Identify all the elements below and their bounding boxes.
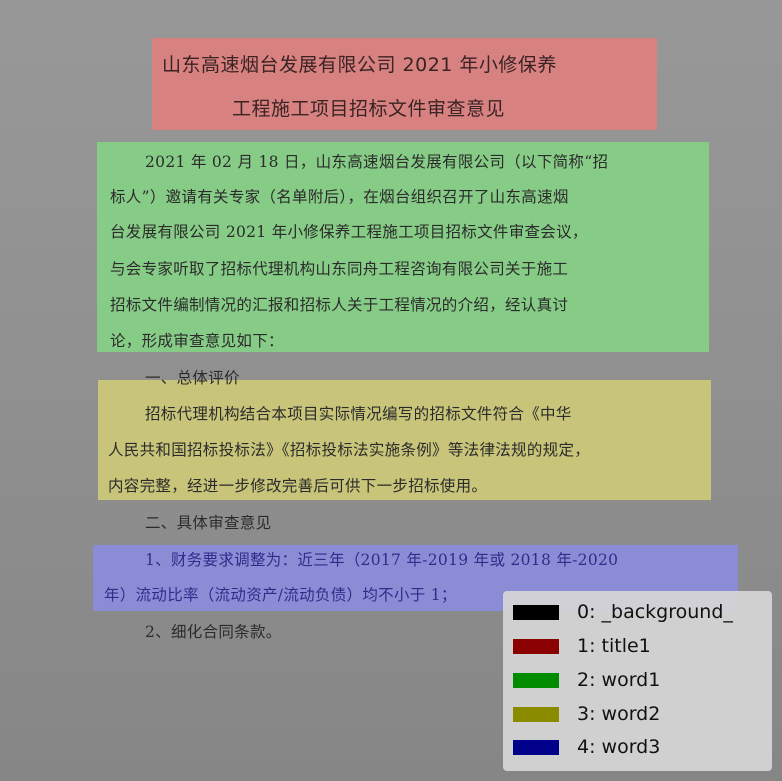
heading-overall-evaluation: 一、总体评价	[145, 369, 240, 387]
legend-label: 1: title1	[577, 635, 651, 657]
segmentation-legend: 0: _background_ 1: title1 2: word1 3: wo…	[503, 591, 772, 771]
legend-swatch	[513, 706, 559, 722]
para3-line-2: 年）流动比率（流动资产/流动负债）均不小于 1；	[104, 586, 457, 604]
para1-line-2: 标人”）邀请有关专家（名单附后），在烟台组织召开了山东高速烟	[110, 188, 569, 206]
legend-item-word1: 2: word1	[513, 668, 660, 692]
legend-swatch	[513, 739, 559, 755]
para1-line-6: 论，形成审查意见如下：	[110, 332, 284, 350]
para1-line-5: 招标文件编制情况的汇报和招标人关于工程情况的介绍，经认真讨	[110, 296, 569, 314]
para2-line-3: 内容完整，经进一步修改完善后可供下一步招标使用。	[108, 477, 488, 495]
legend-item-word2: 3: word2	[513, 702, 660, 726]
legend-item-title1: 1: title1	[513, 634, 651, 658]
document-page: 山东高速烟台发展有限公司 2021 年小修保养 工程施工项目招标文件审查意见 2…	[0, 0, 782, 781]
legend-swatch	[513, 604, 559, 620]
para3-line-1: 1、财务要求调整为：近三年（2017 年-2019 年或 2018 年-2020	[145, 551, 619, 569]
word1-region	[97, 142, 709, 352]
para2-line-2: 人民共和国招标投标法》《招标投标法实施条例》等法律法规的规定，	[108, 441, 591, 459]
legend-label: 4: word3	[577, 736, 661, 758]
para1-line-1: 2021 年 02 月 18 日，山东高速烟台发展有限公司（以下简称“招	[145, 153, 609, 171]
legend-label: 0: _background_	[577, 601, 733, 623]
title-line-1: 山东高速烟台发展有限公司 2021 年小修保养	[162, 54, 557, 76]
para1-line-3: 台发展有限公司 2021 年小修保养工程施工项目招标文件审查会议，	[110, 223, 588, 241]
title-line-2: 工程施工项目招标文件审查意见	[232, 98, 506, 120]
legend-swatch	[513, 672, 559, 688]
legend-item-word3: 4: word3	[513, 735, 660, 759]
para2-line-1: 招标代理机构结合本项目实际情况编写的招标文件符合《中华	[145, 405, 572, 423]
legend-item-background: 0: _background_	[513, 600, 733, 624]
para1-line-4: 与会专家听取了招标代理机构山东同舟工程咨询有限公司关于施工	[110, 260, 569, 278]
legend-label: 3: word2	[577, 703, 661, 725]
item-2-contract-terms: 2、细化合同条款。	[145, 623, 282, 641]
heading-specific-opinions: 二、具体审查意见	[145, 514, 272, 532]
legend-swatch	[513, 638, 559, 654]
legend-label: 2: word1	[577, 669, 661, 691]
